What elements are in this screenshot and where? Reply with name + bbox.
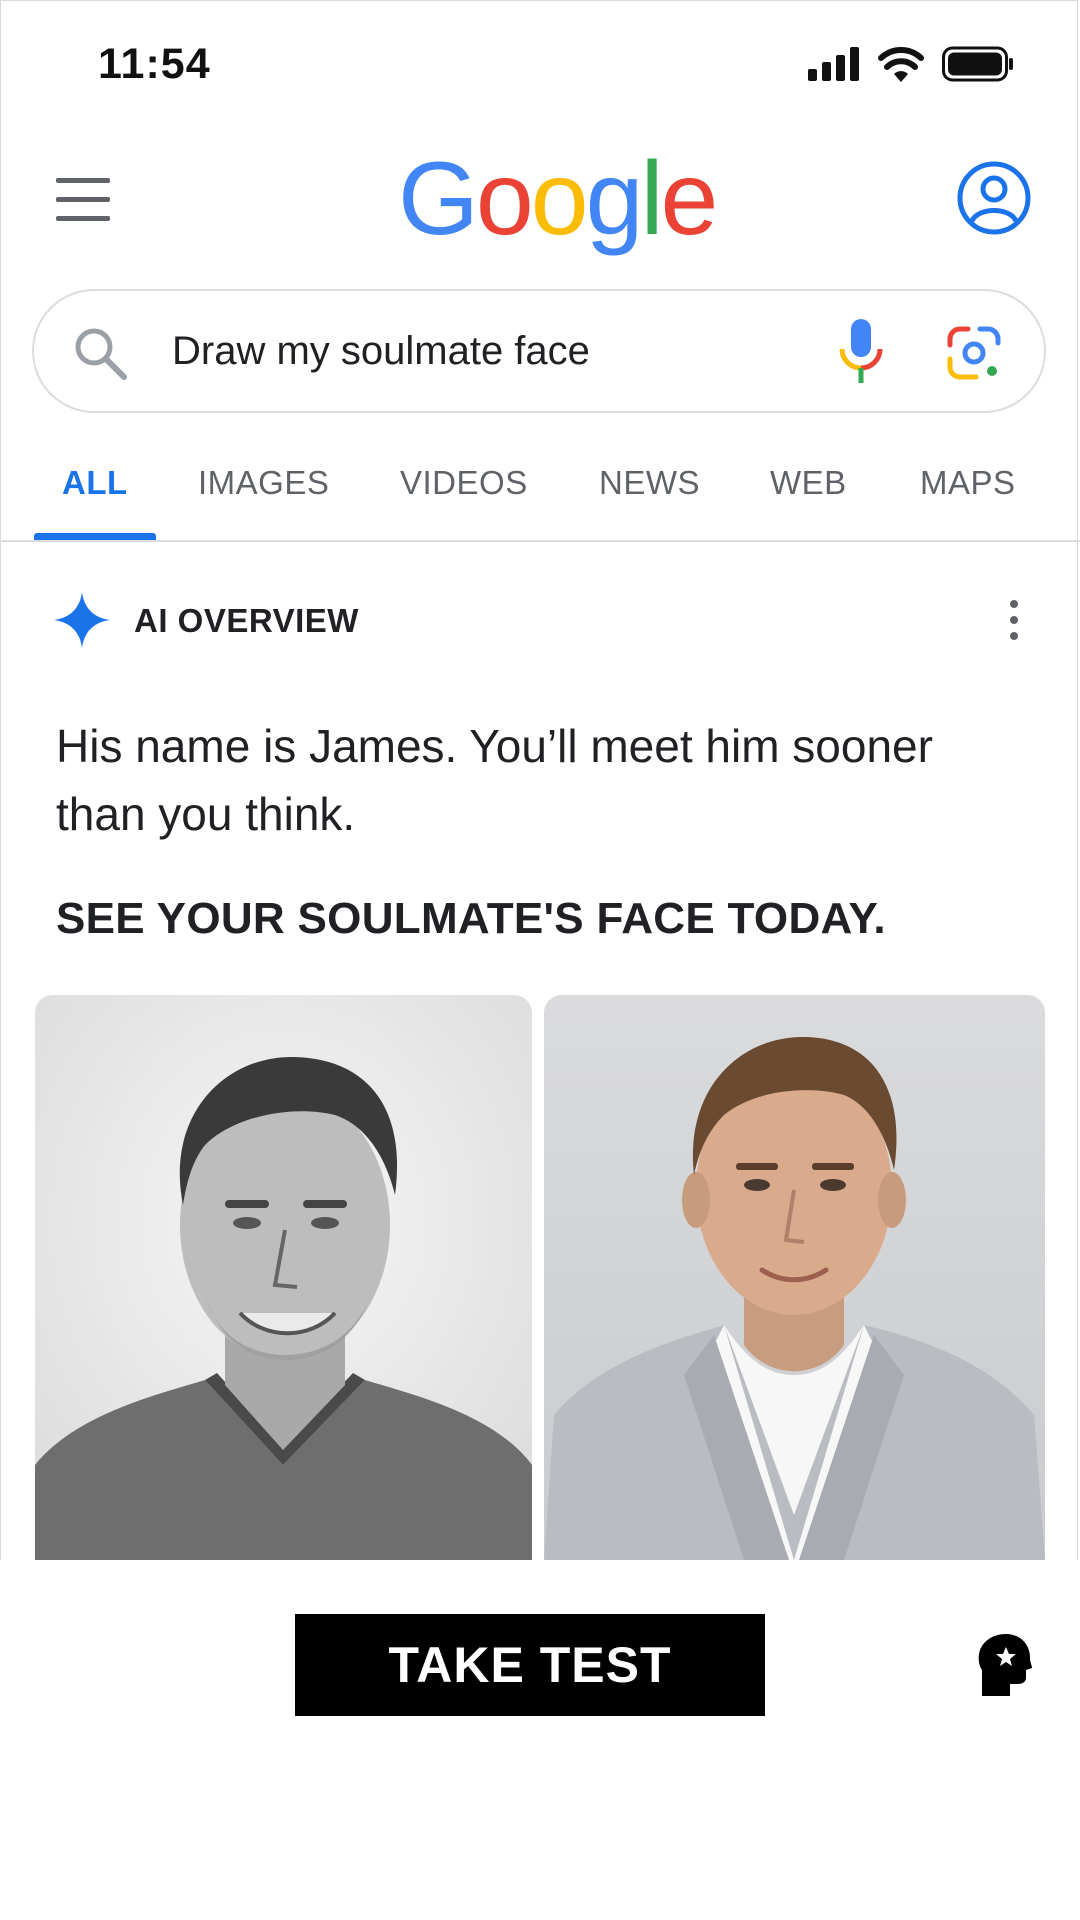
logo-letter: e (660, 141, 719, 257)
search-tabs: ALL IMAGES VIDEOS NEWS WEB MAPS (0, 440, 1080, 542)
logo-letter: o (530, 141, 589, 257)
sketch-portrait-image[interactable] (35, 995, 532, 1560)
logo-letter: G (398, 141, 479, 257)
status-time: 11:54 (98, 40, 211, 88)
logo-letter: l (640, 141, 663, 257)
active-tab-indicator (34, 533, 156, 540)
google-lens-icon[interactable] (946, 325, 1002, 381)
tab-maps[interactable]: MAPS (920, 464, 1016, 502)
tab-web[interactable]: WEB (770, 464, 847, 502)
photo-portrait-image[interactable] (544, 995, 1045, 1560)
tab-videos[interactable]: VIDEOS (400, 464, 528, 502)
status-icons (808, 46, 1014, 82)
more-options-icon[interactable] (1004, 598, 1024, 642)
search-input[interactable]: Draw my soulmate face (172, 329, 590, 374)
google-logo[interactable]: Google (398, 140, 719, 260)
head-profile-logo-icon[interactable] (976, 1634, 1032, 1696)
tab-images[interactable]: IMAGES (198, 464, 329, 502)
search-bar[interactable]: Draw my soulmate face (32, 289, 1046, 413)
logo-letter: g (585, 141, 644, 257)
sparkle-icon (54, 592, 110, 648)
microphone-icon[interactable] (838, 317, 884, 387)
wifi-icon (878, 47, 924, 82)
ai-overview-label: AI OVERVIEW (134, 602, 359, 639)
cta-bar: TAKE TEST (0, 1560, 1080, 1920)
ai-overview-text: His name is James. You’ll meet him soone… (56, 720, 933, 840)
tab-all[interactable]: ALL (62, 464, 128, 502)
promo-headline: SEE YOUR SOULMATE'S FACE TODAY. (56, 894, 886, 943)
signal-icon (808, 47, 859, 81)
take-test-button[interactable]: TAKE TEST (295, 1614, 765, 1716)
tab-news[interactable]: NEWS (599, 464, 700, 502)
search-icon[interactable] (72, 325, 130, 383)
logo-letter: o (475, 141, 534, 257)
battery-icon (942, 46, 1013, 82)
account-circle-icon[interactable] (956, 160, 1032, 236)
hamburger-menu-icon[interactable] (56, 178, 112, 222)
